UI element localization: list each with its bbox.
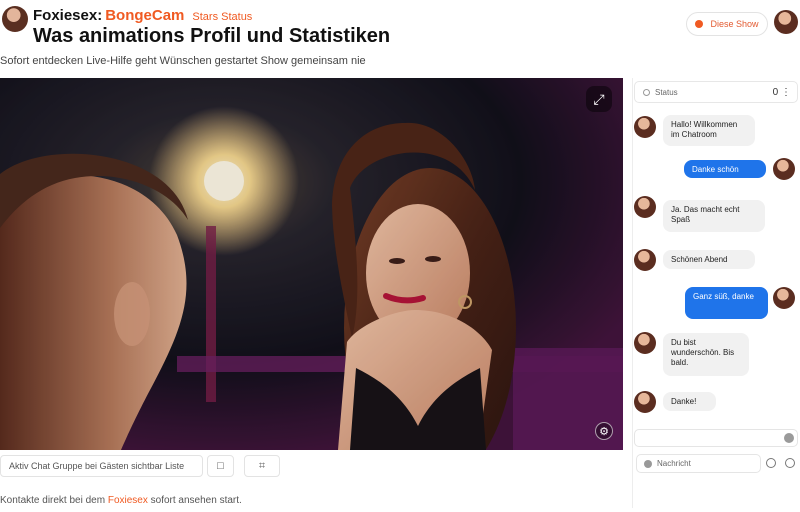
chat-message: Danke schön [684,160,766,178]
chat-avatar [773,158,795,180]
send-icon[interactable] [784,433,794,443]
page-title: Was animations Profil und Statistiken [33,25,391,47]
chat-visibility-control[interactable]: Aktiv Chat Gruppe bei Gästen sichtbar Li… [0,455,203,477]
orange-dot-icon [695,20,704,28]
bottom-note: Kontakte direkt bei dem Foxiesex sofort … [0,495,242,506]
settings-icon[interactable]: ⚙ [595,422,613,440]
message-field-label: Nachricht [657,459,691,468]
brand-sub: Stars Status [192,11,253,23]
chat-avatar [773,287,795,309]
chat-header: Status 0 ⋮ [634,81,798,103]
grid-button[interactable]: ⌗ [244,455,280,477]
video-controls: Aktiv Chat Gruppe bei Gästen sichtbar Li… [0,454,623,480]
chat-message: Ganz süß, danke [685,287,768,319]
chat-avatar [634,196,656,218]
video-scene [0,78,623,450]
user-avatar[interactable] [774,10,798,34]
chat-message: Danke! [663,392,716,411]
bottom-note-suffix: sofort ansehen start. [147,495,242,506]
emoji-icon[interactable] [644,459,652,468]
page-header: Foxiesex: BongeCam Stars Status Was animat… [0,0,800,78]
brand-name: Foxiesex: [33,7,103,24]
video-player[interactable]: ⤢ ⚙ [0,78,623,450]
square-button[interactable]: □ [207,455,234,477]
page-subtitle: Sofort entdecken Live-Hilfe geht Wünsche… [0,55,366,67]
brand-accent: BongeCam [105,7,185,24]
status-dot-icon [643,88,650,96]
brand-line: Foxiesex: BongeCam Stars Status [33,7,252,24]
message-field[interactable]: Nachricht [636,454,761,473]
chat-message: Hallo! Willkommen im Chatroom [663,115,755,146]
top-action-button[interactable]: Diese Show [686,12,768,36]
profile-avatar [2,6,28,32]
chat-message: Du bist wunderschön. Bis bald. [663,333,749,376]
chat-avatar [634,391,656,413]
chat-input[interactable] [634,429,798,447]
bottom-note-accent[interactable]: Foxiesex [108,495,148,506]
chat-panel: Status 0 ⋮ Hallo! Willkommen im Chatroom… [632,78,800,508]
chat-avatar [634,332,656,354]
chat-avatar [634,249,656,271]
clock-icon[interactable] [766,458,776,468]
chat-message: Ja. Das macht echt Spaß [663,200,765,232]
chat-header-label: Status [655,87,678,97]
chat-header-icons[interactable]: 0 ⋮ [773,87,791,98]
chat-avatar [634,116,656,138]
more-icon[interactable] [785,458,795,468]
chat-message: Schönen Abend [663,250,755,269]
fullscreen-icon[interactable]: ⤢ [586,86,612,112]
top-action-label: Diese Show [710,19,759,29]
bottom-note-prefix: Kontakte direkt bei dem [0,495,108,506]
